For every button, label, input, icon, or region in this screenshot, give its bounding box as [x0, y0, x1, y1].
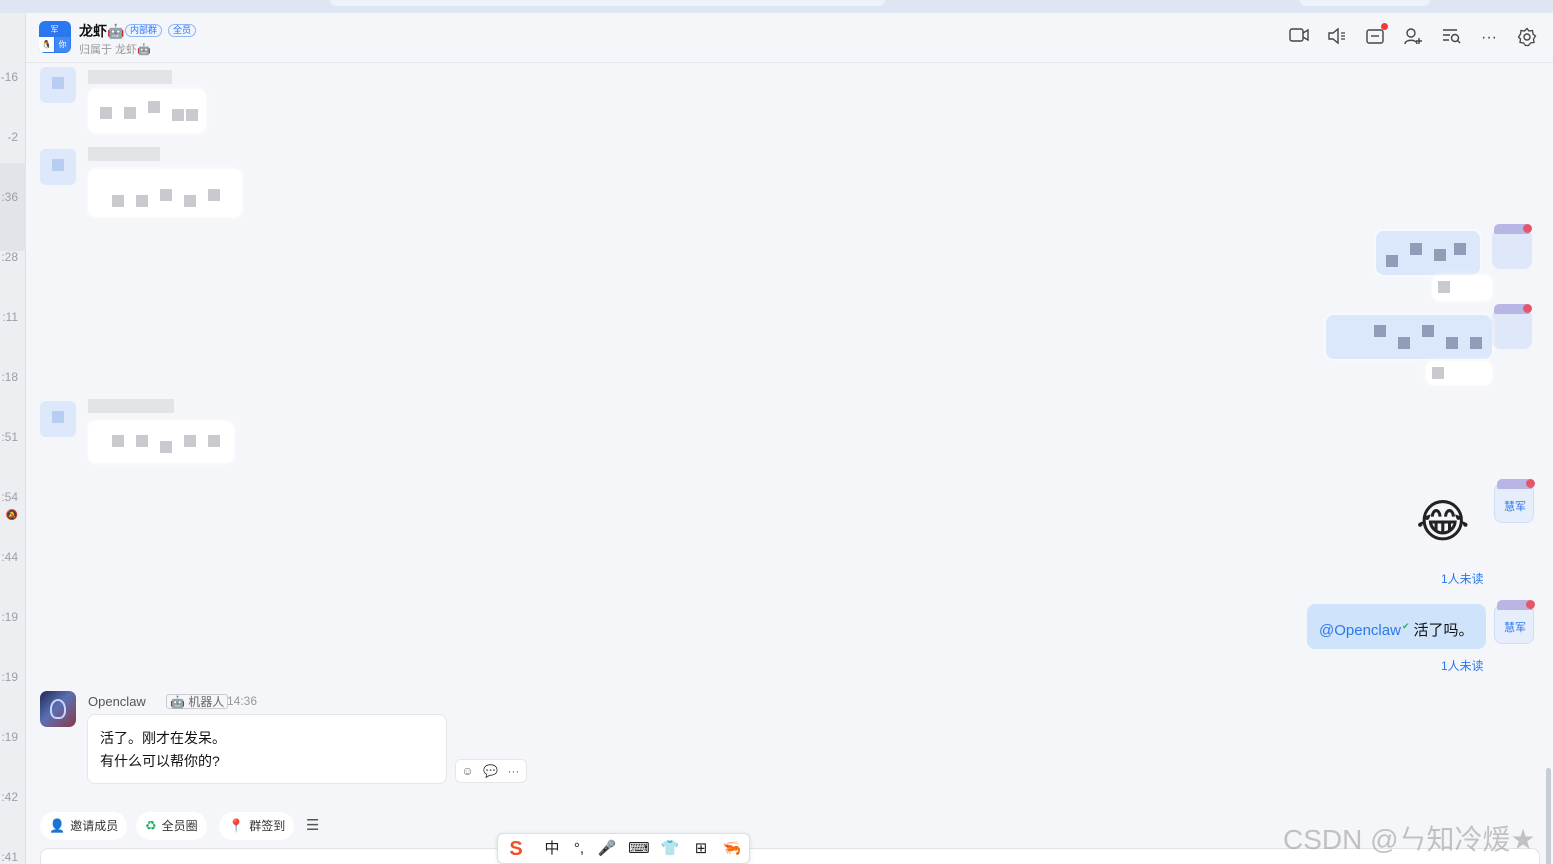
location-icon: 📍 — [228, 818, 245, 833]
sogou-logo-icon[interactable]: S — [504, 839, 528, 859]
conv-time: :19 — [1, 670, 18, 684]
keyboard-icon[interactable]: ⌨ — [627, 839, 651, 859]
toolbox-icon[interactable]: ⊞ — [689, 839, 713, 859]
ime-toolbar: S 中 °, 🎤 ⌨ 👕 ⊞ 🦐 — [497, 833, 750, 864]
message-line: 有什么可以帮你的? — [100, 753, 220, 769]
add-member-icon[interactable] — [1402, 27, 1424, 49]
conv-time: -2 — [7, 130, 18, 144]
unread-status[interactable]: 1人未读 — [1441, 657, 1484, 674]
conversation-list-edge: -16 -2 :36 :28 :11 :18 :51 :54 🔕 :44 :19… — [0, 13, 26, 864]
conv-time: :18 — [1, 370, 18, 384]
conv-time: :42 — [1, 790, 18, 804]
window-top-strip — [0, 0, 1553, 13]
group-circle-button[interactable]: ♻ 全员圈 — [136, 812, 207, 840]
my-message-bubble[interactable] — [1376, 231, 1480, 275]
bot-name[interactable]: Openclaw — [88, 694, 146, 709]
invite-member-button[interactable]: 👤 邀请成员 — [40, 812, 128, 840]
circle-label: 全员圈 — [161, 819, 198, 833]
verified-icon: ✔ — [1401, 621, 1410, 631]
conv-time: :44 — [1, 550, 18, 564]
my-avatar[interactable] — [1492, 304, 1532, 349]
group-avatar[interactable]: 军 🐧 你 — [39, 21, 71, 53]
message-bubble[interactable] — [88, 169, 242, 217]
my-avatar[interactable]: 慧军 — [1494, 479, 1535, 523]
bot-badge: 🤖 机器人 — [166, 694, 229, 709]
avatar[interactable] — [40, 401, 76, 437]
my-avatar-name: 慧军 — [1504, 501, 1526, 513]
selected-conversation[interactable] — [0, 163, 26, 251]
message-bubble[interactable] — [88, 89, 206, 133]
message-text: 活了吗。 — [1413, 622, 1474, 639]
bot-badge-label: 机器人 — [188, 695, 225, 709]
bot-message-bubble[interactable]: 活了。刚才在发呆。 有什么可以帮你的? — [87, 714, 447, 784]
conv-time: :36 — [1, 190, 18, 204]
top-window-controls[interactable] — [1300, 0, 1430, 6]
robot-icon: 🤖 — [170, 695, 185, 709]
my-avatar-name: 慧军 — [1504, 622, 1526, 634]
conv-time: -16 — [0, 70, 18, 84]
my-avatar[interactable] — [1492, 224, 1532, 269]
message-bubble[interactable] — [88, 421, 234, 463]
my-avatar[interactable]: 慧军 — [1494, 600, 1535, 644]
unread-status[interactable]: 1人未读 — [1441, 570, 1484, 587]
group-name[interactable]: 龙虾🤖 — [79, 21, 124, 41]
sender-name — [88, 70, 172, 84]
lobster-icon — [50, 699, 66, 719]
message-actions: ☺ 💬 ··· — [455, 759, 527, 783]
mention-link[interactable]: @Openclaw — [1319, 622, 1401, 639]
conv-time: :41 — [1, 850, 18, 864]
chat-area: 慧军 😂 1人未读 慧军 @Openclaw✔ 活了吗。 1人未读 Opencla… — [26, 63, 1553, 864]
chat-header: 军 🐧 你 龙虾🤖 内部群 全员 归属于 龙虾🤖 ··· — [26, 13, 1553, 63]
video-call-icon[interactable] — [1288, 27, 1310, 49]
my-message-bubble[interactable]: @Openclaw✔ 活了吗。 — [1307, 604, 1486, 649]
more-icon[interactable]: ··· — [1478, 27, 1500, 49]
reply-icon[interactable]: 💬 — [479, 760, 502, 782]
skin-icon[interactable]: 👕 — [658, 839, 682, 859]
message-time: 14:36 — [227, 694, 258, 708]
mascot-icon[interactable]: 🦐 — [720, 839, 744, 859]
ime-punct-icon[interactable]: °, — [567, 839, 591, 859]
conv-time: :19 — [1, 730, 18, 744]
add-user-icon: 👤 — [49, 818, 66, 833]
notification-dot — [1381, 23, 1388, 30]
penguin-icon: 🐧 — [39, 37, 54, 52]
ime-chinese-mode[interactable]: 中 — [540, 839, 564, 859]
my-message-bubble[interactable] — [1326, 315, 1492, 359]
reaction-icon[interactable]: ☺ — [456, 760, 479, 782]
avatar-char: 你 — [55, 37, 70, 52]
read-status — [1432, 275, 1492, 301]
tag-internal: 内部群 — [125, 24, 163, 37]
search-history-icon[interactable] — [1440, 27, 1462, 49]
conv-time: :11 — [2, 310, 18, 324]
conv-time: :28 — [1, 250, 18, 264]
avatar[interactable] — [40, 67, 76, 103]
voice-call-icon[interactable] — [1326, 27, 1348, 49]
mute-icon: 🔕 — [5, 510, 18, 521]
menu-icon[interactable]: ☰ — [306, 816, 319, 834]
conv-time: :19 — [1, 610, 18, 624]
circle-icon: ♻ — [145, 818, 157, 833]
settings-icon[interactable] — [1516, 27, 1538, 49]
avatar[interactable] — [40, 149, 76, 185]
tag-all: 全员 — [168, 24, 197, 37]
watermark: CSDN @ㄣ知冷煖★ — [1283, 824, 1536, 855]
emoji-message[interactable]: 😂 — [1416, 495, 1470, 547]
more-icon[interactable]: ··· — [502, 760, 525, 782]
folder-icon[interactable] — [1364, 23, 1388, 49]
microphone-icon[interactable]: 🎤 — [595, 839, 619, 859]
message-line: 活了。刚才在发呆。 — [100, 730, 226, 746]
conv-time: :51 — [1, 430, 18, 444]
checkin-button[interactable]: 📍 群签到 — [219, 812, 295, 840]
top-search-area[interactable] — [330, 0, 885, 6]
group-subtitle: 归属于 龙虾🤖 — [79, 44, 151, 56]
avatar-char: 军 — [47, 22, 62, 37]
sender-name — [88, 399, 174, 413]
read-status — [1426, 361, 1492, 385]
invite-label: 邀请成员 — [70, 819, 119, 833]
sender-name — [88, 147, 160, 161]
checkin-label: 群签到 — [249, 819, 286, 833]
conv-time: :54 — [1, 490, 18, 504]
bot-avatar[interactable] — [40, 691, 76, 727]
